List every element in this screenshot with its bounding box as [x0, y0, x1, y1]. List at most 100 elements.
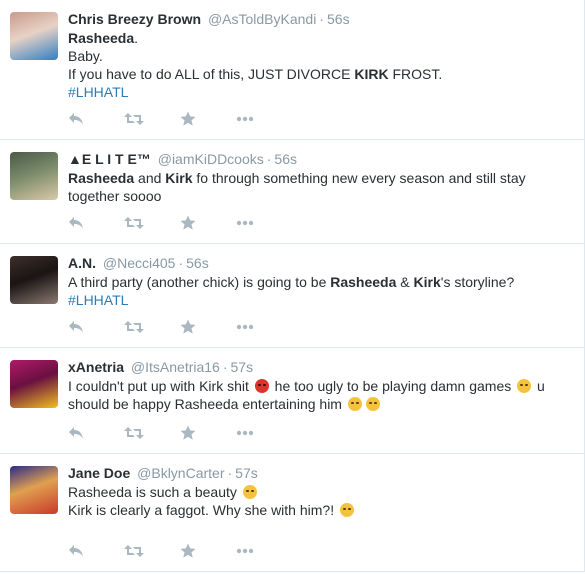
tweet-timestamp[interactable]: 57s — [231, 359, 254, 375]
avatar[interactable] — [10, 466, 58, 514]
tweet-fullname[interactable]: ▲E L I T E™ — [68, 151, 151, 167]
tweet-timestamp[interactable]: 57s — [235, 465, 258, 481]
tweet-text-line: should be happy Rasheeda entertaining hi… — [68, 395, 574, 413]
text-segment: should be happy Rasheeda entertaining hi… — [68, 396, 346, 412]
favorite-button[interactable] — [180, 213, 236, 233]
more-icon — [236, 220, 254, 226]
avatar[interactable] — [10, 256, 58, 304]
retweet-icon — [124, 216, 144, 230]
retweet-icon — [124, 320, 144, 334]
tweet-handle[interactable]: @BklynCarter — [137, 465, 224, 481]
tweet-text: Rasheeda. Baby. If you have to do ALL of t… — [68, 29, 574, 101]
text-segment: Rasheeda is such a beauty — [68, 484, 241, 500]
favorite-icon — [180, 425, 196, 441]
highlighted-keyword: Kirk — [413, 274, 441, 290]
more-button[interactable] — [236, 109, 292, 129]
tweet-text-line: Rasheeda is such a beauty — [68, 483, 574, 501]
angry-emoji-icon — [254, 379, 269, 393]
highlighted-keyword: Rasheeda — [68, 30, 135, 46]
tweet-handle[interactable]: @ItsAnetria16 — [131, 359, 220, 375]
more-button[interactable] — [236, 213, 292, 233]
retweet-button[interactable] — [124, 213, 180, 233]
tweet-timestamp[interactable]: 56s — [274, 151, 297, 167]
tweet-header: Jane Doe @BklynCarter · 57s — [68, 464, 574, 482]
tweet-actions — [68, 213, 292, 233]
tweet-fullname[interactable]: Chris Breezy Brown — [68, 11, 201, 27]
more-button[interactable] — [236, 317, 292, 337]
tweet-handle[interactable]: @iamKiDDcooks — [158, 151, 264, 167]
timeline: Chris Breezy Brown @AsToldByKandi · 56s Ra… — [0, 0, 585, 572]
retweet-button[interactable] — [124, 541, 180, 561]
tweet-actions — [68, 109, 292, 129]
favorite-icon — [180, 543, 196, 559]
tweet-text-line: If you have to do ALL of this, JUST DIVO… — [68, 65, 574, 83]
tweet-actions — [68, 541, 292, 561]
reply-button[interactable] — [68, 541, 124, 561]
reply-button[interactable] — [68, 213, 124, 233]
favorite-button[interactable] — [180, 423, 236, 443]
avatar[interactable] — [10, 360, 58, 408]
tweet[interactable]: Chris Breezy Brown @AsToldByKandi · 56s Ra… — [0, 0, 584, 140]
tweet-actions — [68, 317, 292, 337]
reply-button[interactable] — [68, 423, 124, 443]
favorite-button[interactable] — [180, 317, 236, 337]
tweet[interactable]: xAnetria @ItsAnetria16 · 57s I couldn't pu… — [0, 348, 584, 454]
highlighted-keyword: Kirk — [165, 170, 193, 186]
tweet[interactable]: A.N. @Necci405 · 56s A third party (anothe… — [0, 244, 584, 348]
text-segment: u — [533, 378, 545, 394]
separator-dot: · — [319, 11, 324, 27]
tweet[interactable]: Jane Doe @BklynCarter · 57s Rasheeda is su… — [0, 454, 584, 572]
hashtag-link[interactable]: #LHHATL — [68, 84, 128, 100]
tweet-timestamp[interactable]: 56s — [186, 255, 209, 271]
text-segment: together soooo — [68, 188, 162, 204]
favorite-button[interactable] — [180, 541, 236, 561]
retweet-button[interactable] — [124, 109, 180, 129]
tweet-text-line: together soooo — [68, 187, 574, 205]
text-segment: he too ugly to be playing damn games — [270, 378, 516, 394]
reply-icon — [68, 320, 84, 334]
cry-laugh-emoji-icon — [517, 379, 532, 393]
tweet-text-line: #LHHATL — [68, 83, 574, 101]
tweet-text: Rasheeda and Kirk fo through something n… — [68, 169, 574, 205]
reply-button[interactable] — [68, 317, 124, 337]
tweet-text-line: Kirk is clearly a faggot. Why she with h… — [68, 501, 574, 519]
tired-emoji-icon — [242, 485, 257, 499]
more-icon — [236, 116, 254, 122]
tweet-text-line: I couldn't put up with Kirk shit he too … — [68, 377, 574, 395]
favorite-button[interactable] — [180, 109, 236, 129]
tweet-handle[interactable]: @Necci405 — [103, 255, 176, 271]
reply-button[interactable] — [68, 109, 124, 129]
avatar[interactable] — [10, 152, 58, 200]
tweet-text: Rasheeda is such a beauty Kirk is clearl… — [68, 483, 574, 519]
favorite-icon — [180, 111, 196, 127]
reply-icon — [68, 112, 84, 126]
more-button[interactable] — [236, 541, 292, 561]
retweet-button[interactable] — [124, 423, 180, 443]
tweet-header: ▲E L I T E™ @iamKiDDcooks · 56s — [68, 150, 574, 168]
tweet-fullname[interactable]: Jane Doe — [68, 465, 130, 481]
more-icon — [236, 324, 254, 330]
text-segment: Kirk is clearly a faggot. Why she with h… — [68, 502, 338, 518]
separator-dot: · — [178, 255, 184, 271]
tweet-timestamp[interactable]: 56s — [327, 11, 350, 27]
reply-icon — [68, 216, 84, 230]
highlighted-keyword: KIRK — [354, 66, 389, 82]
more-button[interactable] — [236, 423, 292, 443]
retweet-button[interactable] — [124, 317, 180, 337]
tweet-text: I couldn't put up with Kirk shit he too … — [68, 377, 574, 413]
reply-icon — [68, 426, 84, 440]
highlighted-keyword: Rasheeda — [330, 274, 397, 290]
tired-emoji-icon — [347, 397, 362, 411]
avatar[interactable] — [10, 12, 58, 60]
tweet-fullname[interactable]: xAnetria — [68, 359, 124, 375]
separator-dot: · — [222, 359, 228, 375]
tweet-handle[interactable]: @AsToldByKandi — [208, 11, 316, 27]
hashtag-link[interactable]: #LHHATL — [68, 292, 128, 308]
reply-icon — [68, 544, 84, 558]
tweet-fullname[interactable]: A.N. — [68, 255, 96, 271]
text-segment: & — [396, 274, 414, 290]
tweet-text: A third party (another chick) is going t… — [68, 273, 574, 309]
text-segment: Baby. — [68, 48, 103, 64]
text-segment: If you have to do ALL of this, JUST DIVO… — [68, 66, 355, 82]
tweet[interactable]: ▲E L I T E™ @iamKiDDcooks · 56s Rasheeda a… — [0, 140, 584, 244]
